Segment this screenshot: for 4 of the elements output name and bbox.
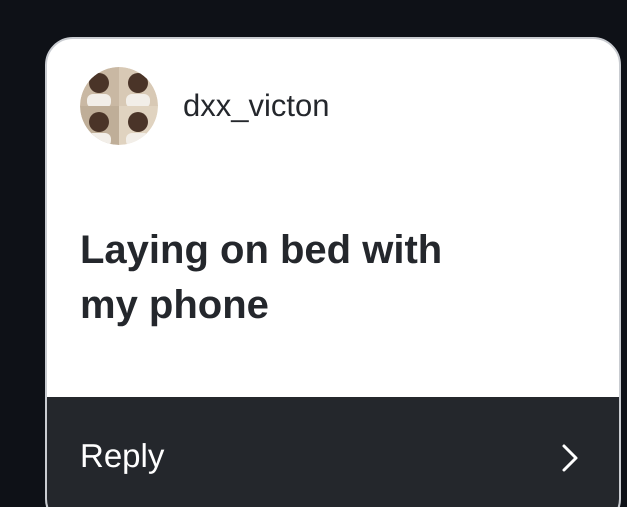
username: dxx_victon (183, 88, 330, 124)
message-text: Laying on bed with my phone (80, 227, 444, 329)
chevron-right-icon (561, 443, 579, 473)
reply-button[interactable]: Reply (47, 397, 619, 507)
